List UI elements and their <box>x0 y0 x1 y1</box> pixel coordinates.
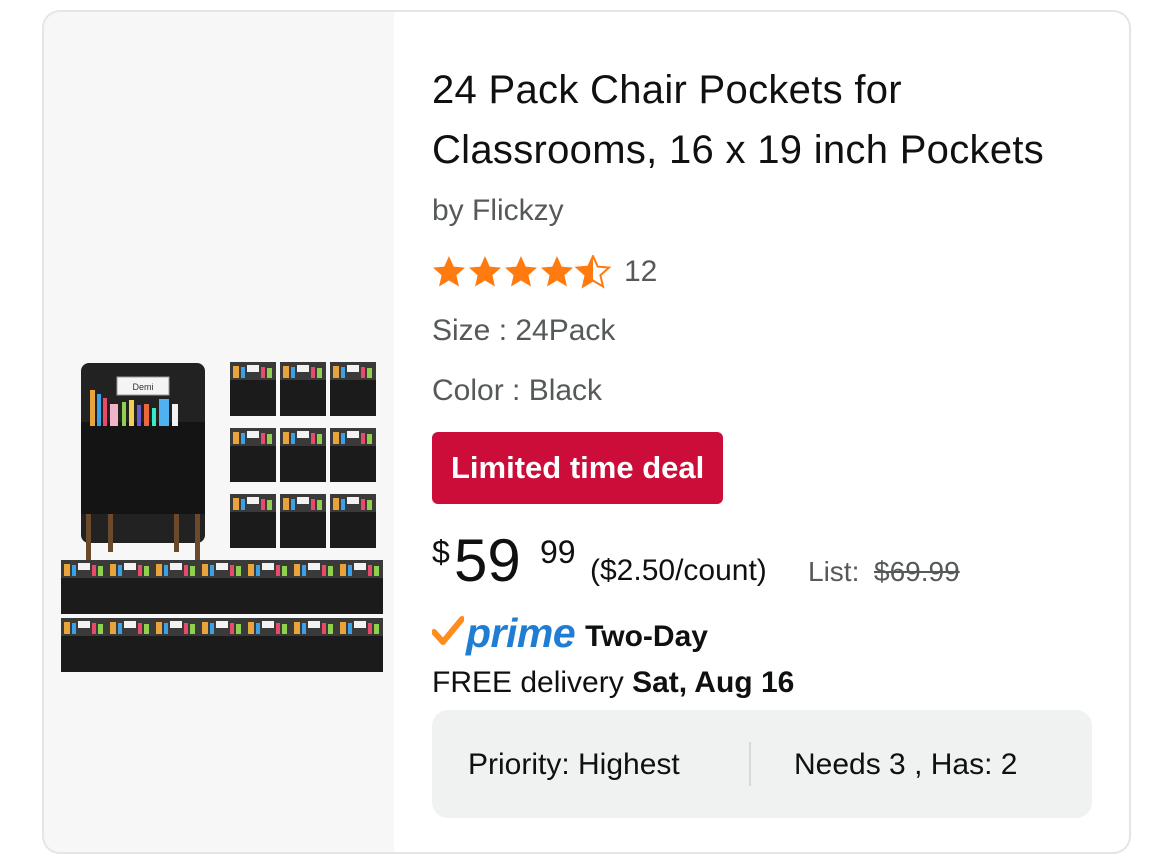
delivery-prefix: FREE delivery <box>432 666 624 699</box>
name-tag-text: Demi <box>132 382 153 392</box>
priority-label: Priority: Highest <box>468 748 680 781</box>
prime-check-icon <box>431 615 465 651</box>
brand-byline[interactable]: by Flickzy <box>432 194 564 228</box>
pill-divider <box>749 742 751 786</box>
delivery-date: Sat, Aug 16 <box>632 666 795 699</box>
star-rating-icon <box>432 255 612 289</box>
rating-count[interactable]: 12 <box>624 255 657 289</box>
rating[interactable]: 12 <box>432 252 657 292</box>
priority-needs-pill: Priority: Highest Needs 3 , Has: 2 <box>432 710 1092 818</box>
prime-delivery-speed: Two-Day <box>585 620 708 653</box>
product-card[interactable]: Demi 24 Pack Chair Pockets for Classroom… <box>42 10 1131 854</box>
prime-logo-text: prime <box>466 609 576 656</box>
size-attribute: Size : 24Pack <box>432 314 616 347</box>
price-currency-symbol: $ <box>432 534 450 570</box>
color-attribute: Color : Black <box>432 374 603 407</box>
limited-time-deal-badge: Limited time deal <box>432 432 724 504</box>
product-image-panel[interactable]: Demi <box>44 12 394 852</box>
product-title[interactable]: 24 Pack Chair Pockets for Classrooms, 16… <box>432 60 1092 180</box>
price-fraction: 99 <box>540 534 576 570</box>
price-whole: 59 <box>454 527 521 594</box>
delivery-info: FREE delivery Sat, Aug 16 <box>432 666 794 700</box>
needs-has-label: Needs 3 , Has: 2 <box>794 748 1018 781</box>
chair-pocket-product-image: Demi <box>61 362 383 672</box>
list-price-label: List: <box>808 556 860 587</box>
unit-price: ($2.50/count) <box>590 554 767 587</box>
prime-badge: prime Two-Day <box>431 608 708 658</box>
list-price-value: $69.99 <box>874 556 960 587</box>
